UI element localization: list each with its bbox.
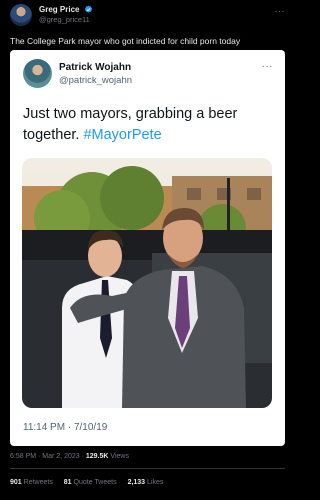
quote-tweets-count: 81 <box>63 479 72 486</box>
tweet-header: Greg Price @greg_price11 ··· <box>10 4 285 26</box>
engagement-stats: 901 Retweets 81 Quote Tweets 2,133 Likes <box>10 479 172 486</box>
author-name-row[interactable]: Greg Price <box>39 5 93 14</box>
quote-tweets-stat[interactable]: 81 Quote Tweets <box>64 479 117 486</box>
retweets-stat[interactable]: 901 Retweets <box>10 479 53 486</box>
photo-image <box>22 158 272 408</box>
author-avatar[interactable] <box>10 4 32 26</box>
quoted-tweet-photo[interactable] <box>22 158 272 408</box>
author-name[interactable]: Greg Price <box>39 5 79 14</box>
views-count: 129.5K <box>85 453 109 460</box>
quoted-author-name: Patrick Wojahn <box>59 62 132 73</box>
quoted-tweet-timestamp[interactable]: 11:14 PM · 7/10/19 <box>23 422 107 433</box>
quoted-tweet-card[interactable]: Patrick Wojahn @patrick_wojahn ··· Just … <box>10 50 285 446</box>
quoted-tweet-text: Just two mayors, grabbing a beer togethe… <box>23 104 275 146</box>
likes-label: Likes <box>147 479 164 486</box>
more-options-button[interactable]: ··· <box>275 6 286 16</box>
retweets-label: Retweets <box>23 479 53 486</box>
divider <box>10 468 285 469</box>
tweet-timestamp[interactable]: 6:58 PM · Mar 2, 2023 · <box>10 453 84 460</box>
author-handle[interactable]: @greg_price11 <box>39 15 90 24</box>
quoted-author-avatar <box>23 59 52 88</box>
likes-count: 2,133 <box>127 479 146 486</box>
quote-tweets-label: Quote Tweets <box>73 479 117 486</box>
verified-badge-icon <box>84 5 92 13</box>
hashtag-link[interactable]: #MayorPete <box>83 127 161 143</box>
quoted-author-handle: @patrick_wojahn <box>59 75 133 86</box>
likes-stat[interactable]: 2,133 Likes <box>128 479 164 486</box>
tweet-meta: 6:58 PM · Mar 2, 2023 · 129.5K Views <box>10 453 129 460</box>
retweets-count: 901 <box>10 479 22 486</box>
views-label: Views <box>110 453 129 460</box>
tweet-text: The College Park mayor who got indicted … <box>10 36 241 46</box>
quoted-more-options-button[interactable]: ··· <box>262 61 274 72</box>
